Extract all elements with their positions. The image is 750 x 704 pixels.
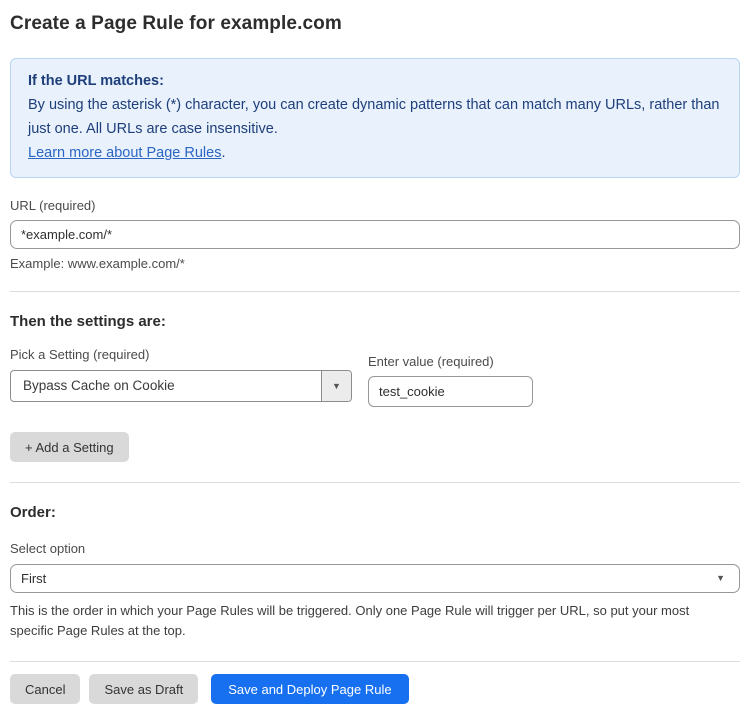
- add-setting-button[interactable]: + Add a Setting: [10, 432, 129, 462]
- learn-more-link[interactable]: Learn more about Page Rules: [28, 145, 221, 161]
- url-match-info-box: If the URL matches: By using the asteris…: [10, 58, 740, 178]
- order-select-value: First: [21, 571, 46, 586]
- save-as-draft-button[interactable]: Save as Draft: [89, 674, 198, 704]
- info-link-period: .: [221, 145, 225, 161]
- chevron-down-icon: ▼: [332, 382, 341, 391]
- create-page-rule-form: Create a Page Rule for example.com If th…: [0, 0, 750, 704]
- save-and-deploy-button[interactable]: Save and Deploy Page Rule: [211, 674, 408, 704]
- setting-value-input[interactable]: [368, 376, 533, 407]
- url-example-helper: Example: www.example.com/*: [10, 256, 740, 271]
- setting-select-value: Bypass Cache on Cookie: [11, 371, 321, 401]
- page-title: Create a Page Rule for example.com: [10, 13, 740, 35]
- url-input[interactable]: [10, 220, 740, 249]
- settings-section-heading: Then the settings are:: [10, 313, 740, 330]
- order-section-heading: Order:: [10, 504, 740, 521]
- info-box-heading: If the URL matches:: [28, 69, 722, 93]
- url-label: URL (required): [10, 198, 740, 213]
- divider: [10, 661, 740, 662]
- order-helper-text: This is the order in which your Page Rul…: [10, 601, 735, 641]
- info-box-body: By using the asterisk (*) character, you…: [28, 93, 722, 141]
- order-select-label: Select option: [10, 541, 740, 556]
- cancel-button[interactable]: Cancel: [10, 674, 80, 704]
- divider: [10, 291, 740, 292]
- form-actions: Cancel Save as Draft Save and Deploy Pag…: [10, 674, 740, 704]
- settings-row: Pick a Setting (required) Bypass Cache o…: [10, 347, 740, 407]
- setting-value-column: Enter value (required): [368, 347, 533, 407]
- divider: [10, 482, 740, 483]
- chevron-down-icon: ▼: [716, 574, 725, 583]
- order-select[interactable]: First ▼: [10, 564, 740, 593]
- setting-select-arrow-button[interactable]: ▼: [321, 371, 351, 401]
- setting-select[interactable]: Bypass Cache on Cookie ▼: [10, 370, 352, 402]
- enter-value-label: Enter value (required): [368, 354, 533, 369]
- pick-setting-label: Pick a Setting (required): [10, 347, 352, 362]
- setting-picker-column: Pick a Setting (required) Bypass Cache o…: [10, 347, 352, 407]
- info-box-link-row: Learn more about Page Rules.: [28, 141, 722, 165]
